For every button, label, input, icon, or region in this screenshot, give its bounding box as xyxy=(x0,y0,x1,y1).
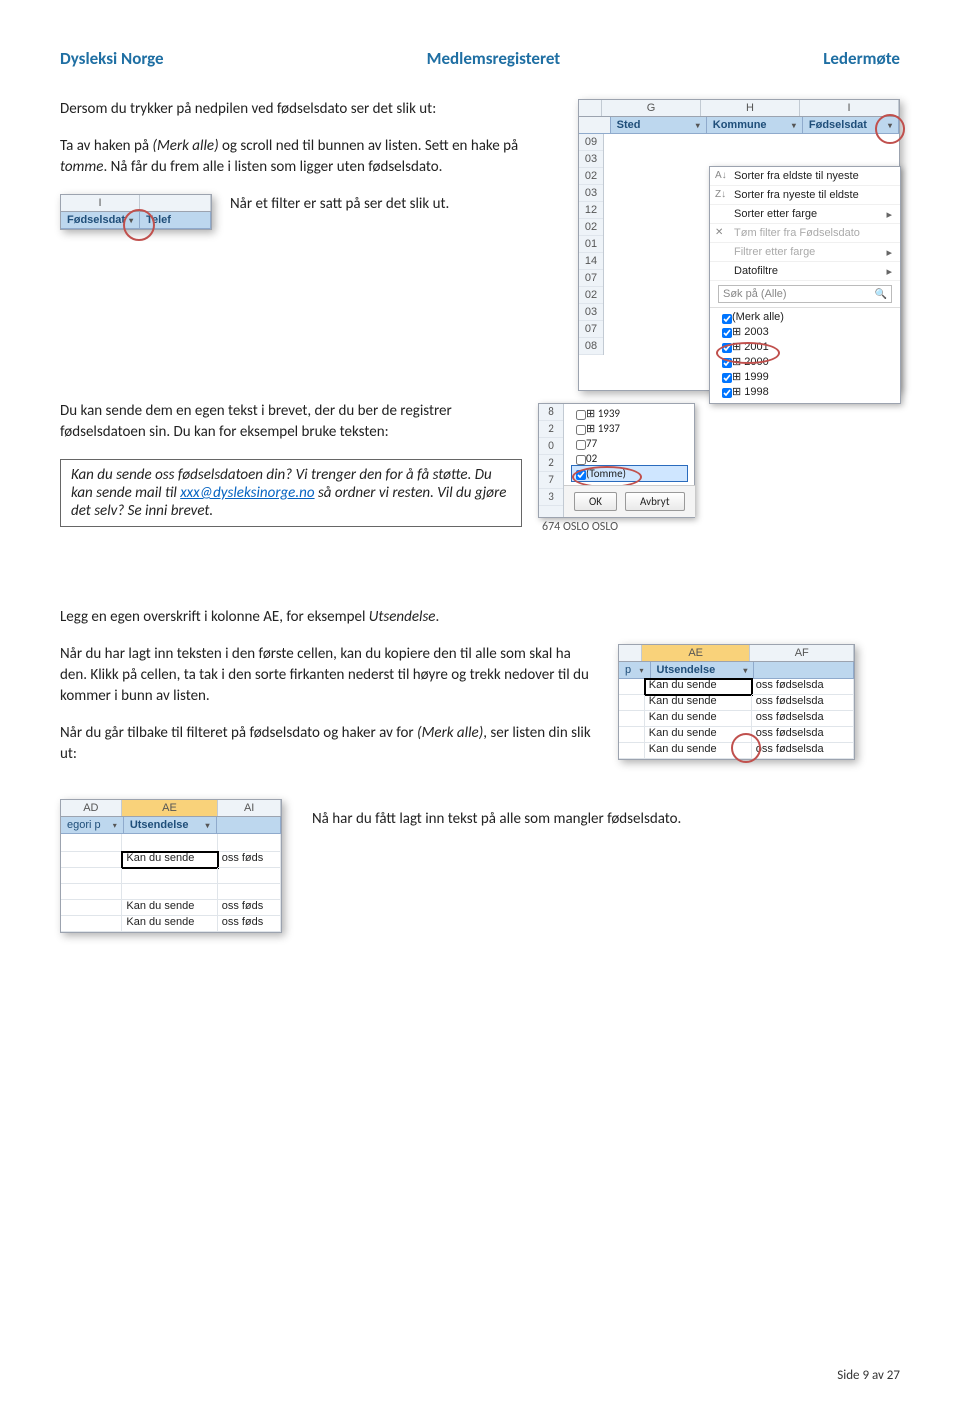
filter-icon: ▾ xyxy=(792,121,796,130)
filter-menu: A↓Sorter fra eldste til nyeste Z↓Sorter … xyxy=(709,166,901,404)
filter-icon: ▾ xyxy=(129,216,133,225)
para-4: Nå har du fått lagt inn tekst på alle so… xyxy=(312,809,681,830)
search-icon: 🔍 xyxy=(875,289,887,300)
col-header-fodselsdat[interactable]: Fødselsdat▾ xyxy=(61,212,140,229)
sort-asc[interactable]: A↓Sorter fra eldste til nyeste xyxy=(710,167,900,186)
header-left: Dysleksi Norge xyxy=(60,48,164,69)
col-header-utsendelse[interactable]: Utsendelse▾ xyxy=(651,662,755,679)
para-3b: Når du har lagt inn teksten i den første… xyxy=(60,644,600,707)
header-center: Medlemsregisteret xyxy=(427,48,561,69)
excel-filter-screenshot: G H I Sted▾ Kommune▾ Fødselsdat▾ 0903020… xyxy=(578,99,900,391)
date-filters[interactable]: Datofiltre xyxy=(710,262,900,281)
cancel-button[interactable]: Avbryt xyxy=(625,492,685,511)
filter-icon: ▾ xyxy=(888,121,892,130)
col-header-telef[interactable]: Telef xyxy=(140,212,211,229)
email-link[interactable]: xxx@dysleksinorge.no xyxy=(180,484,314,502)
para-3c: Når du går tilbake til filteret på fødse… xyxy=(60,723,600,765)
sort-desc[interactable]: Z↓Sorter fra nyeste til eldste xyxy=(710,186,900,205)
filter-icon: ▾ xyxy=(696,121,700,130)
clear-filter[interactable]: ✕Tøm filter fra Fødselsdato xyxy=(710,224,900,243)
para-1b: Ta av haken på (Merk alle) og scroll ned… xyxy=(60,136,560,178)
col-header-sted[interactable]: Sted▾ xyxy=(611,117,707,134)
sort-color[interactable]: Sorter etter farge xyxy=(710,205,900,224)
col-header-utsendelse-2[interactable]: Utsendelse▾ xyxy=(124,817,217,834)
col-header-fodselsdat-main[interactable]: Fødselsdat▾ xyxy=(803,117,899,134)
col-header-kommune[interactable]: Kommune▾ xyxy=(707,117,803,134)
excel-snippet-small: I Fødselsdat▾ Telef xyxy=(60,194,212,230)
header-right: Ledermøte xyxy=(823,48,900,69)
filter-icon: ▾ xyxy=(113,821,117,830)
para-1c: Når et filter er satt på ser det slik ut… xyxy=(230,194,449,215)
filter-search[interactable]: Søk på (Alle)🔍 xyxy=(718,285,892,303)
excel-ae-screenshot-1: AE AF p▾ Utsendelse▾ Kan du sendeoss fød… xyxy=(618,644,855,760)
page-header: Dysleksi Norge Medlemsregisteret Ledermø… xyxy=(60,48,900,69)
page-footer: Side 9 av 27 xyxy=(837,1368,900,1383)
para-1a: Dersom du trykker på nedpilen ved fødsel… xyxy=(60,99,560,120)
ok-button[interactable]: OK xyxy=(574,492,617,511)
filter-by-color[interactable]: Filtrer etter farge xyxy=(710,243,900,262)
example-text-box: Kan du sende oss fødselsdatoen din? Vi t… xyxy=(60,459,522,527)
filter-check-list[interactable]: (Merk alle) ⊞ 2003 ⊞ 2001 ⊞ 2000 ⊞ 1999 … xyxy=(710,307,900,403)
filter-icon: ▾ xyxy=(743,666,747,675)
excel-tomme-screenshot: 820273 ⊞ 1939 ⊞ 1937 77 02 (Tomme) OK Av… xyxy=(538,401,695,534)
para-2a: Du kan sende dem en egen tekst i brevet,… xyxy=(60,401,520,443)
excel-ae-screenshot-2: AD AE AI egori p▾ Utsendelse▾ Kan du sen… xyxy=(60,799,282,933)
para-3a: Legg en egen overskrift i kolonne AE, fo… xyxy=(60,607,900,628)
filter-icon: ▾ xyxy=(639,666,643,675)
filter-icon: ▾ xyxy=(206,821,210,830)
